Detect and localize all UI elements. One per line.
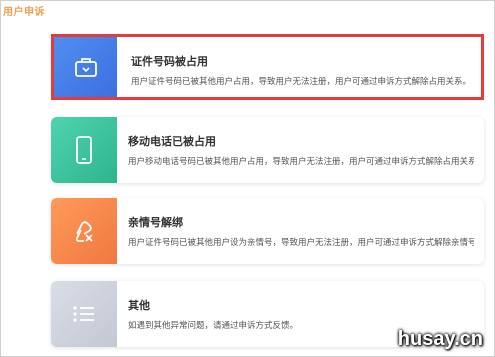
card-title: 其他 [128, 299, 150, 312]
unlink-icon [51, 198, 117, 264]
card-description: 用户证件号码已被其他用户设为亲情号，导致用户无法注册，用户可通过申诉方式解除亲情… [128, 238, 474, 248]
appeal-card-id-number[interactable]: 证件号码被占用 用户证件号码已被其他用户占用，导致用户无法注册，用户可通过申诉方… [51, 34, 484, 100]
card-description: 用户移动电话号码已被其他用户占用，导致用户无法注册，用户可通过申诉方式解除占用关… [128, 157, 474, 167]
card-title: 亲情号解绑 [128, 216, 183, 229]
list-icon [51, 281, 117, 347]
watermark: husay.cn [397, 328, 483, 350]
appeal-card-mobile-phone[interactable]: 移动电话已被占用 用户移动电话号码已被其他用户占用，导致用户无法注册，用户可通过… [51, 117, 484, 183]
page-title: 用户申诉 [3, 7, 45, 18]
card-title: 移动电话已被占用 [128, 135, 216, 148]
card-description: 用户证件号码已被其他用户占用，导致用户无法注册，用户可通过申诉方式解除占用关系。 [131, 77, 471, 87]
card-title: 证件号码被占用 [131, 55, 208, 68]
briefcase-icon [54, 37, 117, 97]
appeal-card-family-number[interactable]: 亲情号解绑 用户证件号码已被其他用户设为亲情号，导致用户无法注册，用户可通过申诉… [51, 198, 484, 264]
phone-icon [51, 117, 117, 183]
